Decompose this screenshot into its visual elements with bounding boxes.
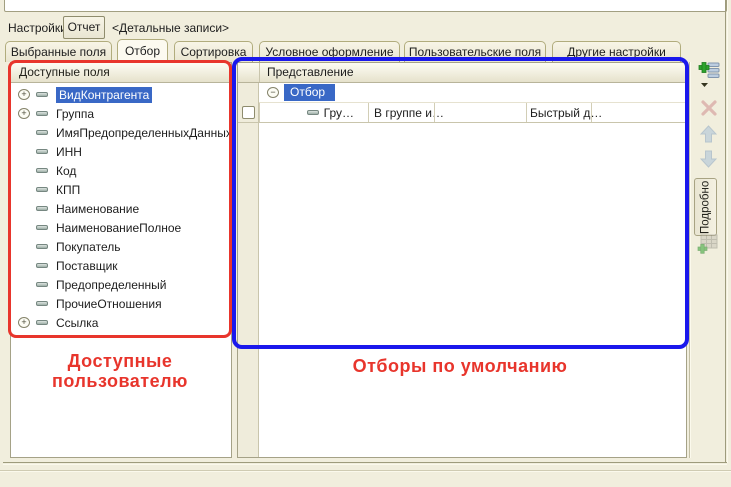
tree-item[interactable]: Поставщик (11, 256, 231, 275)
toolbar-separator (689, 62, 691, 458)
tab-user-fields[interactable]: Пользовательские поля (404, 41, 546, 62)
annotation-right-text: Отборы по умолчанию (270, 356, 650, 376)
tree-item[interactable]: ПрочиеОтношения (11, 294, 231, 313)
field-icon (36, 130, 48, 135)
field-icon (36, 111, 48, 116)
tree-item[interactable]: Группа (11, 104, 231, 123)
field-icon (36, 149, 48, 154)
field-icon (36, 263, 48, 268)
available-fields-tree: ВидКонтрагента Группа ИмяПредопределенны… (11, 85, 231, 332)
tree-item-label: Поставщик (56, 259, 118, 273)
tab-conditional-appearance[interactable]: Условное оформление (259, 41, 400, 62)
available-fields-header: Доступные поля (11, 63, 231, 83)
tree-item-label: ВидКонтрагента (56, 87, 152, 103)
field-icon (36, 301, 48, 306)
grid-plus-icon (697, 234, 719, 255)
tree-item[interactable]: Ссылка (11, 313, 231, 332)
expand-plus-icon[interactable] (18, 108, 30, 119)
settings-window: Настройки: Отчет <Детальные записи> Выбр… (0, 0, 731, 487)
top-partial-control (4, 0, 727, 12)
filter-item-row[interactable]: Гру… В группе и… Быстрый д… (238, 103, 686, 123)
tree-item[interactable]: ВидКонтрагента (11, 85, 231, 104)
field-icon (36, 168, 48, 173)
tab-filter[interactable]: Отбор (117, 39, 168, 62)
tree-item-label: ИмяПредопределенныхДанных (56, 126, 232, 140)
tree-item-label: Группа (56, 107, 94, 121)
move-down-icon (700, 150, 717, 168)
tree-item-label: Предопределенный (56, 278, 167, 292)
tree-item-label: Код (56, 164, 76, 178)
expand-plus-icon[interactable] (18, 89, 30, 100)
move-up-button[interactable] (700, 125, 717, 146)
column-group: Гру… (324, 106, 354, 120)
tree-item[interactable]: КПП (11, 180, 231, 199)
tree-item-label: Ссылка (56, 316, 98, 330)
tree-item[interactable]: Предопределенный (11, 275, 231, 294)
collapse-minus-icon[interactable] (267, 87, 279, 98)
tree-item[interactable]: Наименование (11, 199, 231, 218)
tree-item-label: КПП (56, 183, 80, 197)
delete-icon (701, 100, 717, 116)
details-button[interactable]: Подробно (694, 178, 717, 236)
tree-item-label: ПрочиеОтношения (56, 297, 162, 311)
field-icon (36, 320, 48, 325)
filter-table-header: Представление (238, 63, 686, 83)
settings-label: Настройки: (8, 21, 70, 35)
tree-item[interactable]: ИмяПредопределенныхДанных (11, 123, 231, 142)
tree-item-label: Наименование (56, 202, 139, 216)
annotation-left-text: Доступные пользователю (10, 351, 230, 391)
window-frame-right (725, 0, 728, 463)
available-fields-panel: Доступные поля ВидКонтрагента Группа Имя… (10, 62, 232, 458)
variant-label: <Детальные записи> (112, 21, 229, 35)
tree-item-label: Покупатель (56, 240, 120, 254)
tree-item[interactable]: Код (11, 161, 231, 180)
field-icon (36, 225, 48, 230)
add-button[interactable] (698, 60, 721, 91)
field-icon (36, 282, 48, 287)
field-icon (36, 244, 48, 249)
move-up-icon (700, 125, 717, 143)
tree-item[interactable]: НаименованиеПолное (11, 218, 231, 237)
field-icon (36, 206, 48, 211)
filter-group-row[interactable]: Отбор (259, 83, 686, 103)
expand-plus-icon[interactable] (18, 317, 30, 328)
delete-button[interactable] (701, 100, 717, 119)
tree-item[interactable]: ИНН (11, 142, 231, 161)
tree-item-label: НаименованиеПолное (56, 221, 181, 235)
tab-sorting[interactable]: Сортировка (174, 41, 253, 62)
add-item-icon (698, 60, 721, 88)
tree-item[interactable]: Покупатель (11, 237, 231, 256)
window-frame-bottom (3, 462, 727, 465)
tab-selected-fields[interactable]: Выбранные поля (5, 41, 112, 62)
tab-other-settings[interactable]: Другие настройки (552, 41, 681, 62)
field-icon (307, 110, 319, 115)
move-down-button[interactable] (700, 150, 717, 171)
field-icon (36, 92, 48, 97)
filter-group-label: Отбор (284, 84, 335, 101)
field-icon (36, 187, 48, 192)
filter-use-checkbox[interactable] (242, 106, 255, 119)
report-button[interactable]: Отчет (63, 16, 105, 39)
window-frame-bottom-outer (0, 470, 731, 472)
presentation-column-header: Представление (267, 63, 354, 82)
tree-item-label: ИНН (56, 145, 82, 159)
quick-settings-button[interactable] (697, 234, 719, 258)
filter-panel: Представление Отбор Гру… В группе и… Быс… (237, 62, 687, 458)
